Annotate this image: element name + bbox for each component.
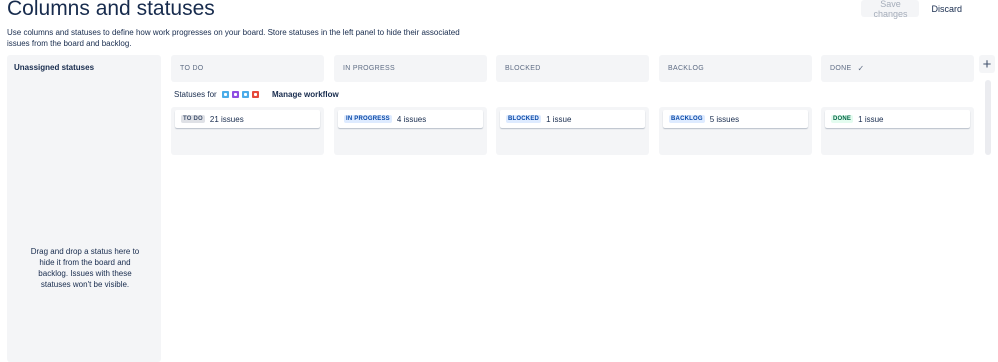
- issue-count: 21 issues: [209, 114, 244, 124]
- column-title: DONE: [830, 65, 852, 72]
- column-body-blocked: BLOCKED 1 issue: [496, 107, 649, 155]
- status-lozenge: BACKLOG: [669, 115, 705, 123]
- bug-type-icon: [251, 91, 259, 98]
- check-icon: ✓: [857, 64, 865, 73]
- horizontal-scroll-indicator[interactable]: [985, 80, 991, 155]
- statuses-for-row: Statuses for: [174, 90, 259, 99]
- header-actions: Save changes Discard: [861, 0, 968, 19]
- manage-workflow-link[interactable]: Manage workflow: [272, 90, 339, 99]
- status-lozenge: TO DO: [181, 115, 205, 123]
- column-title: BLOCKED: [505, 65, 541, 72]
- column-title: BACKLOG: [668, 65, 704, 72]
- task-type-icon: [221, 91, 229, 98]
- status-card-in-progress[interactable]: IN PROGRESS 4 issues: [338, 110, 483, 128]
- unassigned-help-text: Drag and drop a status here to hide it f…: [30, 247, 140, 289]
- subtask-type-icon: [241, 91, 249, 98]
- status-lozenge: IN PROGRESS: [344, 115, 392, 123]
- save-changes-button[interactable]: Save changes: [861, 0, 920, 19]
- page-description: Use columns and statuses to define how w…: [7, 28, 460, 48]
- column-body-done: DONE 1 issue: [821, 107, 974, 155]
- status-card-backlog[interactable]: BACKLOG 5 issues: [663, 110, 808, 128]
- status-card-done[interactable]: DONE 1 issue: [825, 110, 970, 128]
- column-title: IN PROGRESS: [343, 65, 395, 72]
- status-card-to-do[interactable]: TO DO 21 issues: [175, 110, 320, 128]
- column-body-backlog: BACKLOG 5 issues: [659, 107, 812, 155]
- unassigned-statuses-panel[interactable]: Unassigned statuses Drag and drop a stat…: [7, 55, 161, 362]
- column-header-in-progress[interactable]: IN PROGRESS: [334, 55, 487, 82]
- epic-type-icon: [231, 91, 239, 98]
- issue-count: 1 issue: [546, 114, 572, 124]
- status-card-blocked[interactable]: BLOCKED 1 issue: [500, 110, 645, 128]
- column-title: TO DO: [180, 65, 204, 72]
- column-header-done[interactable]: DONE ✓: [821, 55, 974, 82]
- status-lozenge: BLOCKED: [506, 115, 542, 123]
- column-header-backlog[interactable]: BACKLOG: [659, 55, 812, 82]
- add-column-button[interactable]: +: [979, 55, 995, 73]
- column-body-to-do: TO DO 21 issues: [171, 107, 324, 155]
- column-body-in-progress: IN PROGRESS 4 issues: [334, 107, 487, 155]
- column-header-to-do[interactable]: TO DO: [171, 55, 324, 82]
- page-title: Columns and statuses: [7, 0, 215, 20]
- discard-button[interactable]: Discard: [925, 0, 968, 17]
- issue-count: 5 issues: [709, 114, 740, 124]
- plus-icon: +: [982, 55, 992, 73]
- issue-count: 1 issue: [858, 114, 884, 124]
- column-header-blocked[interactable]: BLOCKED: [496, 55, 649, 82]
- statuses-for-label: Statuses for: [174, 90, 217, 99]
- status-lozenge: DONE: [831, 115, 854, 123]
- unassigned-statuses-title: Unassigned statuses: [14, 63, 95, 72]
- issue-count: 4 issues: [396, 114, 427, 124]
